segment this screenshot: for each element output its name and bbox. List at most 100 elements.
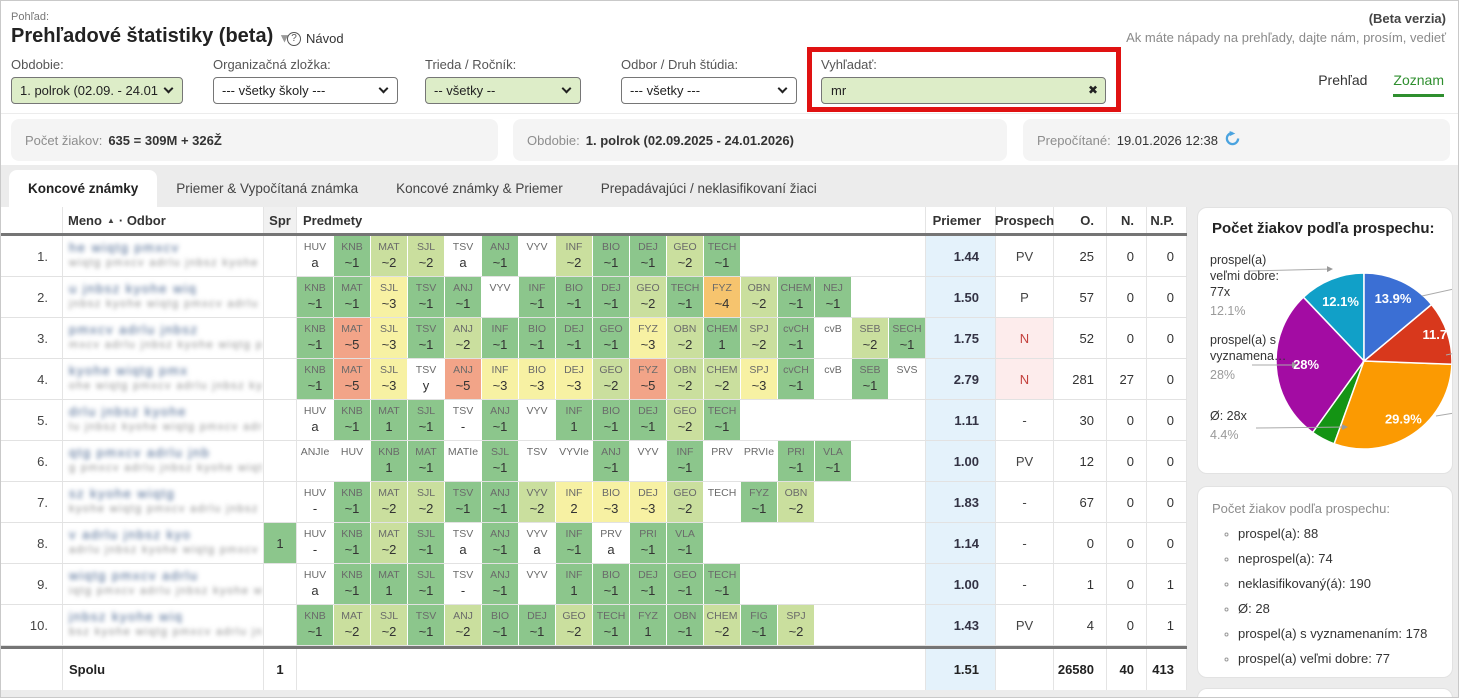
grade-cell[interactable]: INF~1	[556, 523, 592, 563]
grade-cell[interactable]: GEO~2	[667, 400, 703, 440]
grade-cell[interactable]: TSVy	[408, 359, 444, 399]
table-row[interactable]: 6.qtg pmxcv adrlu jnbg pmxcv adrlu jnbsz…	[1, 441, 1187, 482]
grade-cell[interactable]: INF1	[556, 564, 592, 604]
grade-cell[interactable]: MAT~5	[334, 359, 370, 399]
grade-cell[interactable]: TSV~1	[408, 605, 444, 645]
grade-cell[interactable]: ANJ~2	[445, 318, 481, 358]
grade-cell[interactable]: BIO~1	[556, 277, 592, 317]
grade-cell[interactable]: TSV-	[445, 564, 481, 604]
col-header-priemer[interactable]: Priemer	[926, 207, 996, 233]
grade-cell[interactable]: BIO~1	[593, 564, 629, 604]
grade-cell[interactable]: cvB	[815, 359, 851, 399]
grade-cell[interactable]: BIO~1	[593, 400, 629, 440]
grade-cell[interactable]: cvCH~1	[778, 318, 814, 358]
grade-cell[interactable]: CHEM1	[704, 318, 740, 358]
table-row[interactable]: 1.he wiqtg pmxcv wiqtg pmxcv adrlu jnbsz…	[1, 236, 1187, 277]
grade-cell[interactable]: DEJ~3	[556, 359, 592, 399]
grade-cell[interactable]: PRI~1	[630, 523, 666, 563]
grade-cell[interactable]: GEO~2	[667, 482, 703, 522]
grade-cell[interactable]: KNB~1	[297, 277, 333, 317]
organizacna-zlozka-select[interactable]: --- všetky školy ---	[213, 77, 398, 104]
grade-cell[interactable]: KNB~1	[334, 523, 370, 563]
grade-cell[interactable]: CHEM~1	[778, 277, 814, 317]
col-header-spr[interactable]: Spr	[264, 207, 297, 233]
grade-cell[interactable]: TSV~1	[445, 482, 481, 522]
grade-cell[interactable]: SEB~2	[852, 318, 888, 358]
grade-cell[interactable]: VLA~1	[667, 523, 703, 563]
student-name-redacted[interactable]: pmxcv adrlu jnbsz mxcv adrlu jnbsz kyohe…	[63, 318, 264, 358]
grade-cell[interactable]: MAT~2	[371, 523, 407, 563]
col-header-np[interactable]: N.P.	[1147, 207, 1187, 233]
grade-cell[interactable]: SJL~3	[371, 277, 407, 317]
grade-cell[interactable]: ANJ~1	[482, 523, 518, 563]
grade-cell[interactable]: PRI~1	[778, 441, 814, 481]
grade-cell[interactable]: SJL~2	[408, 236, 444, 276]
grade-cell[interactable]: SJL~1	[408, 523, 444, 563]
grade-cell[interactable]: TECH~1	[704, 400, 740, 440]
table-row[interactable]: 8.v adrlu jnbsz kyoadrlu jnbsz kyohe wiq…	[1, 523, 1187, 564]
grade-cell[interactable]: VYV	[519, 400, 555, 440]
grade-cell[interactable]: DEJ~1	[630, 400, 666, 440]
table-row[interactable]: 7.sz kyohe wiqtg kyohe wiqtg pmxcv adrlu…	[1, 482, 1187, 523]
grade-cell[interactable]: TECH~1	[593, 605, 629, 645]
tab-prepadavajuci[interactable]: Prepadávajúci / neklasifikovaní žiaci	[582, 170, 836, 207]
grade-cell[interactable]: ANJ~1	[482, 400, 518, 440]
grade-cell[interactable]: VYV~2	[519, 482, 555, 522]
grade-cell[interactable]: OBN~2	[667, 318, 703, 358]
grade-cell[interactable]: PRV	[704, 441, 740, 481]
grade-cell[interactable]: SPJ~2	[778, 605, 814, 645]
grade-cell[interactable]: ANJ~1	[482, 236, 518, 276]
table-row[interactable]: 2.u jnbsz kyohe wiqjnbsz kyohe wiqtg pmx…	[1, 277, 1187, 318]
grade-cell[interactable]: INF~1	[519, 277, 555, 317]
grade-cell[interactable]: cvB	[815, 318, 851, 358]
grade-cell[interactable]: NEJ~1	[815, 277, 851, 317]
grade-cell[interactable]: CHEM~2	[704, 605, 740, 645]
grade-cell[interactable]: VYVIe	[556, 441, 592, 481]
grade-cell[interactable]: TECH~1	[667, 277, 703, 317]
grade-cell[interactable]: ANJ~1	[445, 277, 481, 317]
grade-cell[interactable]: KNB~1	[297, 359, 333, 399]
page-title[interactable]: Prehľadové štatistiky (beta)▾	[11, 25, 288, 48]
grade-cell[interactable]: OBN~1	[667, 605, 703, 645]
grade-cell[interactable]: ANJ~2	[445, 605, 481, 645]
grade-cell[interactable]: cvCH~1	[778, 359, 814, 399]
grade-cell[interactable]: VLA~1	[815, 441, 851, 481]
tab-koncove-znamky[interactable]: Koncové známky	[9, 170, 157, 207]
grade-cell[interactable]: KNB~1	[297, 318, 333, 358]
student-name-redacted[interactable]: wiqtg pmxcv adrlu iqtg pmxcv adrlu jnbsz…	[63, 564, 264, 604]
table-row[interactable]: 9. wiqtg pmxcv adrlu iqtg pmxcv adrlu jn…	[1, 564, 1187, 605]
clear-icon[interactable]: ✖	[1088, 83, 1098, 97]
grade-cell[interactable]: VYV	[519, 236, 555, 276]
grade-cell[interactable]: SJL~1	[408, 564, 444, 604]
grade-cell[interactable]: HUVa	[297, 236, 333, 276]
grade-cell[interactable]: INF2	[556, 482, 592, 522]
grade-cell[interactable]: INF~2	[556, 236, 592, 276]
grade-cell[interactable]: TSV~1	[408, 318, 444, 358]
grade-cell[interactable]: GEO~2	[593, 359, 629, 399]
grade-cell[interactable]: KNB1	[371, 441, 407, 481]
col-header-meno-odbor[interactable]: Meno ▲ · Odbor	[63, 207, 264, 233]
grade-cell[interactable]: SPJ~2	[741, 318, 777, 358]
grade-cell[interactable]: MAT1	[371, 564, 407, 604]
grade-cell[interactable]: FIG~1	[741, 605, 777, 645]
grade-cell[interactable]: MAT~2	[371, 236, 407, 276]
grade-cell[interactable]: HUV	[334, 441, 370, 481]
grade-cell[interactable]: FYZ1	[630, 605, 666, 645]
table-row[interactable]: 4.kyohe wiqtg pmxohe wiqtg pmxcv adrlu j…	[1, 359, 1187, 400]
mode-zoznam[interactable]: Zoznam	[1393, 72, 1444, 97]
grade-cell[interactable]: BIO~1	[519, 318, 555, 358]
grade-cell[interactable]: INF~1	[482, 318, 518, 358]
grade-cell[interactable]: SVS	[889, 359, 925, 399]
col-header-prospech[interactable]: Prospech	[996, 207, 1054, 233]
table-row[interactable]: 5.drlu jnbsz kyohe lu jnbsz kyohe wiqtg …	[1, 400, 1187, 441]
odbor-druh-studia-select[interactable]: --- všetky ---	[621, 77, 797, 104]
trieda-rocnik-select[interactable]: -- všetky --	[425, 77, 581, 104]
grade-cell[interactable]: GEO~2	[556, 605, 592, 645]
grade-cell[interactable]: VYV	[519, 564, 555, 604]
grade-cell[interactable]: INF~1	[667, 441, 703, 481]
student-name-redacted[interactable]: u jnbsz kyohe wiqjnbsz kyohe wiqtg pmxcv…	[63, 277, 264, 317]
grade-cell[interactable]: BIO~1	[482, 605, 518, 645]
grade-cell[interactable]: SJL~1	[408, 400, 444, 440]
grade-cell[interactable]: MATIe	[445, 441, 481, 481]
grade-cell[interactable]: DEJ~1	[630, 236, 666, 276]
